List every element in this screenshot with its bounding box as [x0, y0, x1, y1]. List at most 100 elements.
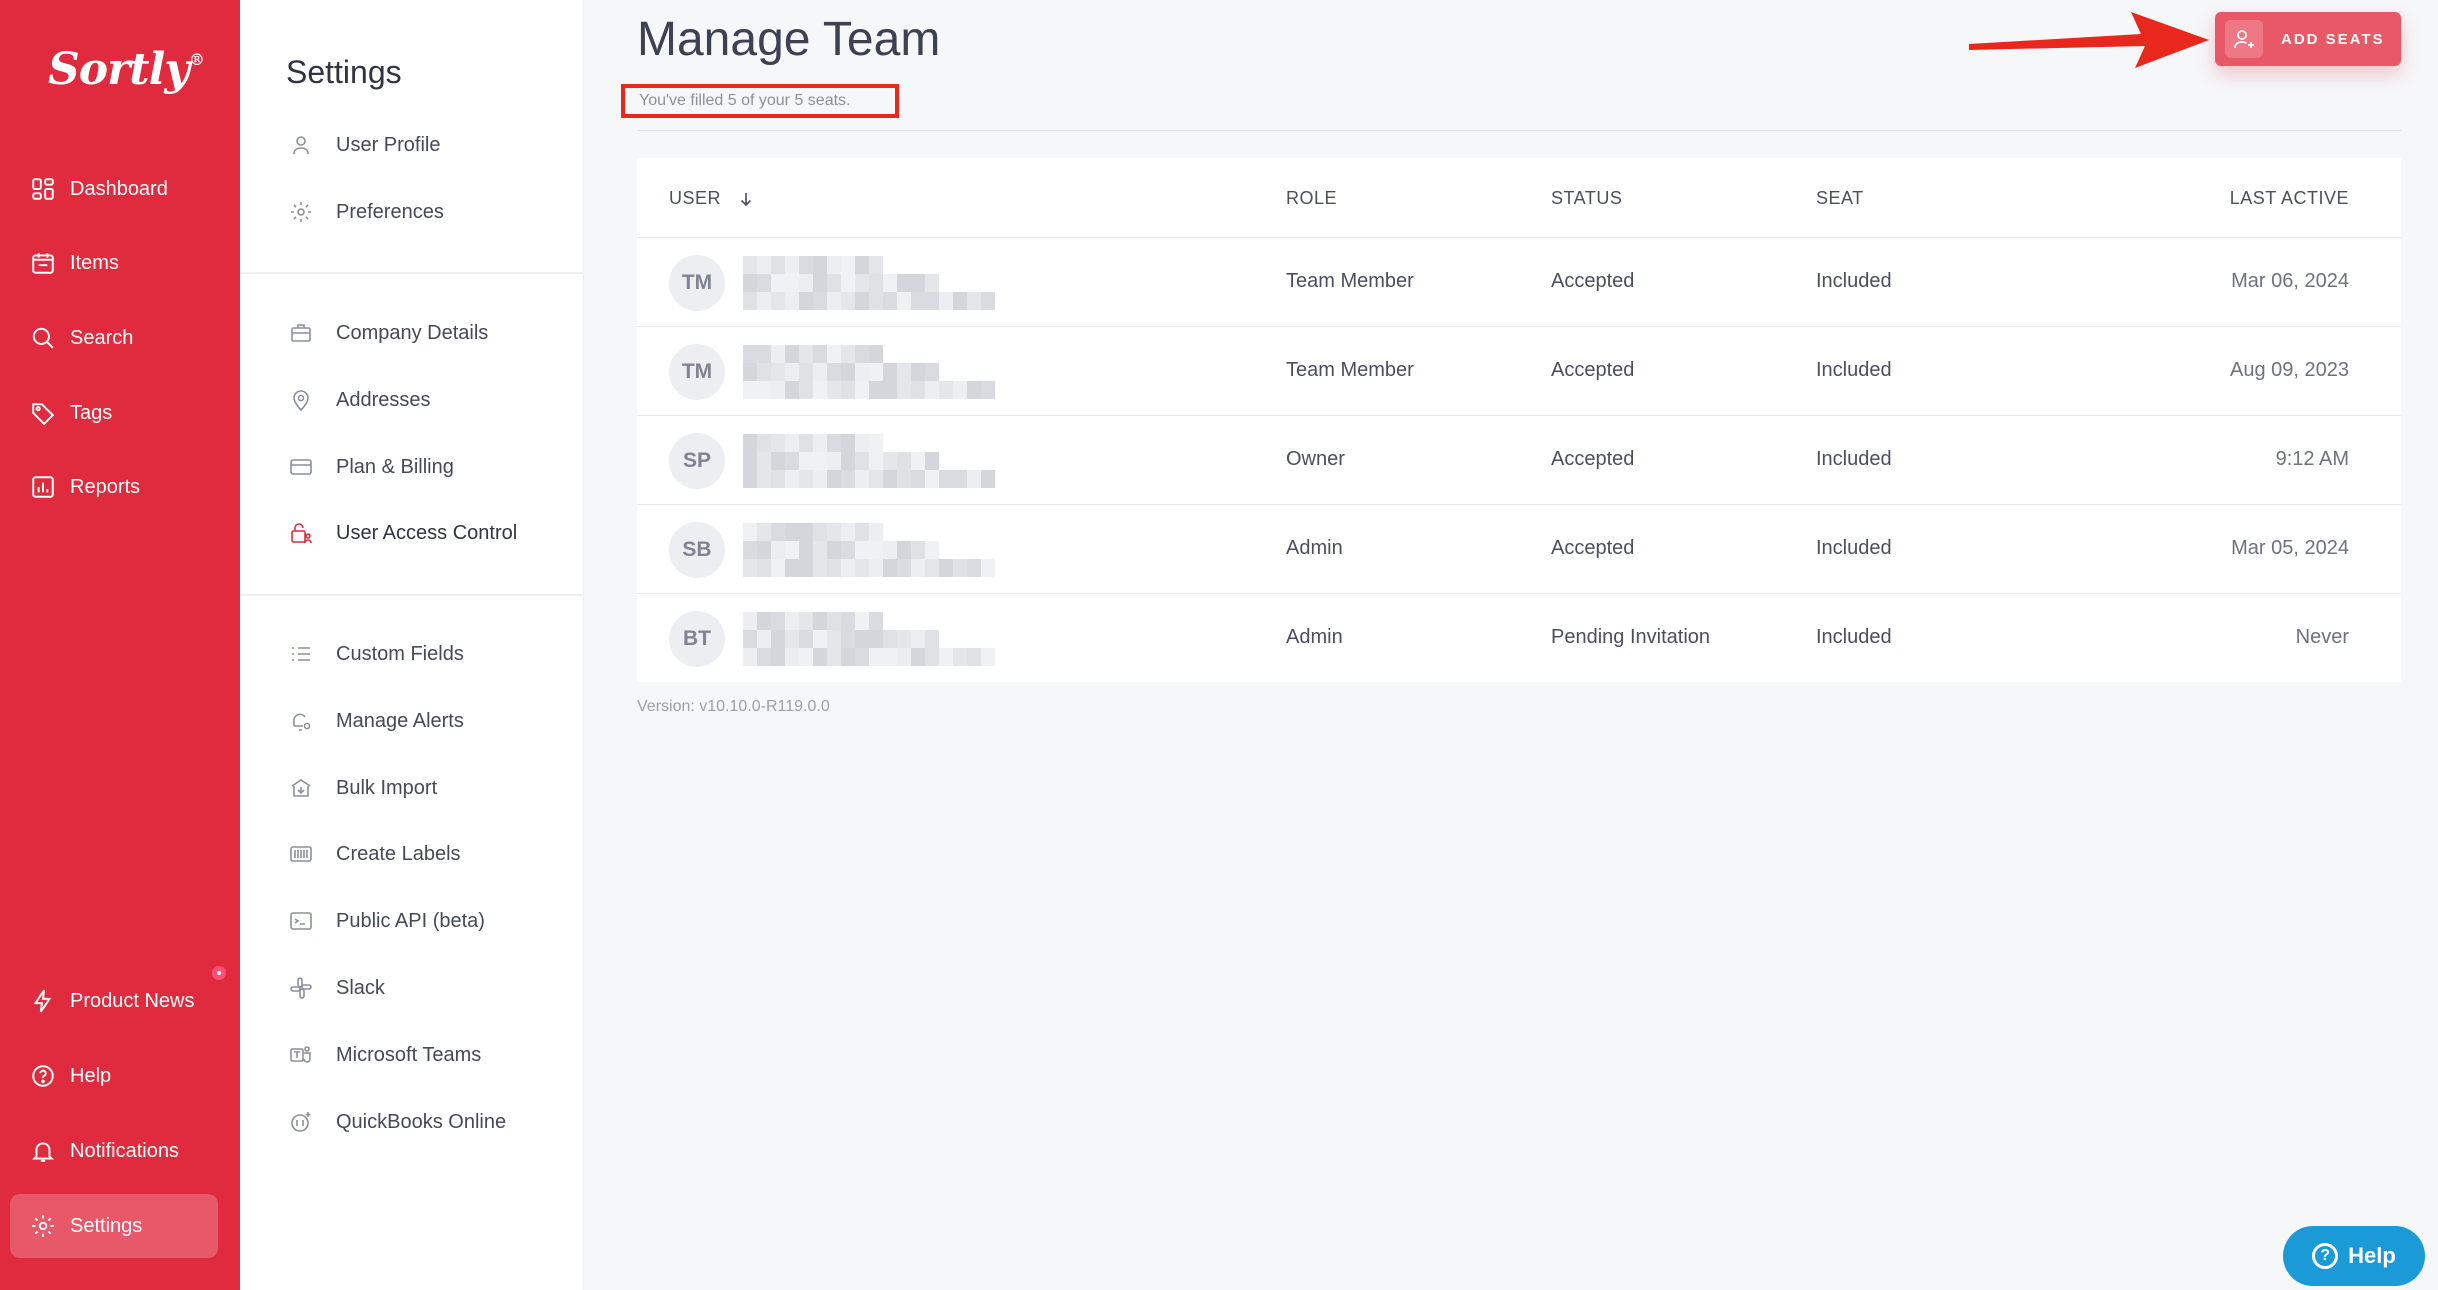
cell-seat: Included: [1816, 626, 1892, 648]
settings-panel: Settings User Profile Preferences Compan…: [240, 0, 584, 1290]
column-header-user[interactable]: USER: [669, 188, 755, 209]
settings-item-slack[interactable]: Slack: [286, 968, 385, 1008]
import-icon: [286, 773, 316, 803]
slack-icon: [286, 973, 316, 1003]
cell-role: Team Member: [1286, 359, 1414, 381]
cell-status: Accepted: [1551, 270, 1635, 292]
settings-item-label: User Profile: [336, 133, 441, 156]
settings-item-manage-alerts[interactable]: Manage Alerts: [286, 701, 464, 741]
nav-item-settings[interactable]: Settings: [10, 1194, 218, 1258]
settings-title: Settings: [286, 54, 402, 90]
dashboard-icon: [28, 174, 58, 204]
nav-item-reports[interactable]: Reports: [10, 455, 218, 519]
settings-item-microsoft-teams[interactable]: Microsoft Teams: [286, 1035, 481, 1075]
seat-usage-note: You've filled 5 of your 5 seats.: [621, 84, 899, 118]
cell-last-active: 9:12 AM: [2275, 448, 2349, 470]
cell-seat: Included: [1816, 537, 1892, 559]
redacted-user-name: [743, 434, 995, 488]
cell-role: Owner: [1286, 448, 1345, 470]
cell-last-active: Aug 09, 2023: [2230, 359, 2349, 381]
settings-item-plan-billing[interactable]: Plan & Billing: [286, 447, 454, 487]
nav-item-tags[interactable]: Tags: [10, 381, 218, 445]
avatar: BT: [669, 611, 725, 667]
notification-dot: [210, 964, 228, 982]
cell-role: Admin: [1286, 537, 1343, 559]
table-header: USER ROLE STATUS SEAT LAST ACTIVE: [637, 158, 2401, 238]
settings-item-create-labels[interactable]: Create Labels: [286, 834, 461, 874]
column-header-status[interactable]: STATUS: [1551, 188, 1622, 209]
settings-item-preferences[interactable]: Preferences: [286, 192, 444, 232]
nav-item-notifications[interactable]: Notifications: [10, 1119, 218, 1183]
divider: [240, 594, 584, 596]
help-chat-button[interactable]: ? Help: [2283, 1226, 2425, 1286]
table-row[interactable]: TM Team Member Accepted Included Aug 09, 202…: [637, 327, 2401, 416]
avatar: SP: [669, 433, 725, 489]
sortly-logo[interactable]: Sortly®: [48, 44, 205, 95]
version-text: Version: v10.10.0-R119.0.0: [637, 698, 830, 715]
settings-item-company-details[interactable]: Company Details: [286, 313, 488, 353]
settings-item-addresses[interactable]: Addresses: [286, 380, 431, 420]
quickbooks-icon: [286, 1107, 316, 1137]
settings-item-bulk-import[interactable]: Bulk Import: [286, 768, 437, 808]
avatar: TM: [669, 255, 725, 311]
nav-item-dashboard[interactable]: Dashboard: [10, 157, 218, 221]
table-row[interactable]: SB Admin Accepted Included Mar 05, 2024: [637, 505, 2401, 594]
column-header-last-active[interactable]: LAST ACTIVE: [2230, 188, 2349, 209]
cell-role: Admin: [1286, 626, 1343, 648]
cell-seat: Included: [1816, 448, 1892, 470]
nav-item-help[interactable]: Help: [10, 1044, 218, 1108]
table-row[interactable]: SP Owner Accepted Included 9:12 AM: [637, 416, 2401, 505]
settings-item-label: Plan & Billing: [336, 455, 454, 478]
settings-item-user-access-control[interactable]: User Access Control: [286, 513, 517, 553]
terminal-icon: [286, 906, 316, 936]
sort-down-icon: [740, 193, 751, 207]
location-pin-icon: [286, 385, 316, 415]
settings-item-user-profile[interactable]: User Profile: [286, 125, 440, 165]
teams-icon: [286, 1040, 316, 1070]
nav-label: Notifications: [70, 1139, 179, 1162]
bell-gear-icon: [286, 706, 316, 736]
column-header-role[interactable]: ROLE: [1286, 188, 1337, 209]
main-nav: Sortly® Dashboard Items Search Tags Repo…: [0, 0, 240, 1290]
nav-item-items[interactable]: Items: [10, 231, 218, 295]
table-row[interactable]: BT Admin Pending Invitation Included Never: [637, 594, 2401, 683]
redacted-user-name: [743, 345, 995, 399]
settings-item-label: QuickBooks Online: [336, 1110, 507, 1133]
help-icon: ?: [2312, 1243, 2339, 1269]
cell-status: Pending Invitation: [1551, 626, 1711, 648]
page-title: Manage Team: [637, 13, 941, 66]
cell-status: Accepted: [1551, 537, 1635, 559]
settings-item-label: Company Details: [336, 321, 489, 344]
settings-item-label: Slack: [336, 976, 385, 999]
settings-item-label: Bulk Import: [336, 776, 438, 799]
settings-item-label: Preferences: [336, 200, 444, 223]
settings-item-public-api[interactable]: Public API (beta): [286, 901, 485, 941]
nav-label: Tags: [70, 401, 113, 424]
nav-item-search[interactable]: Search: [10, 306, 218, 370]
nav-label: Dashboard: [70, 177, 168, 200]
settings-item-quickbooks-online[interactable]: QuickBooks Online: [286, 1102, 506, 1142]
cell-role: Team Member: [1286, 270, 1414, 292]
seat-usage-text: You've filled 5 of your 5 seats.: [639, 92, 851, 109]
settings-item-label: Public API (beta): [336, 909, 485, 932]
bell-icon: [28, 1136, 58, 1166]
nav-label: Product News: [70, 989, 195, 1012]
lock-user-icon: [286, 518, 316, 548]
team-table: USER ROLE STATUS SEAT LAST ACTIVE TM Team…: [637, 158, 2401, 682]
add-seats-button[interactable]: ADD SEATS: [2215, 12, 2401, 66]
redacted-user-name: [743, 523, 995, 577]
table-row[interactable]: TM Team Member Accepted Included Mar 06, 202…: [637, 238, 2401, 327]
gear-icon: [28, 1211, 58, 1241]
redacted-user-name: [743, 612, 995, 666]
divider: [240, 272, 584, 274]
cell-last-active: Mar 06, 2024: [2231, 270, 2349, 292]
nav-label: Settings: [70, 1214, 143, 1237]
column-header-seat[interactable]: SEAT: [1816, 188, 1864, 209]
cell-last-active: Never: [2295, 626, 2349, 648]
nav-item-product-news[interactable]: Product News: [10, 969, 218, 1033]
help-icon: [28, 1061, 58, 1091]
barcode-icon: [286, 839, 316, 869]
cell-status: Accepted: [1551, 448, 1635, 470]
add-user-icon: [2225, 20, 2263, 58]
settings-item-custom-fields[interactable]: Custom Fields: [286, 634, 464, 674]
